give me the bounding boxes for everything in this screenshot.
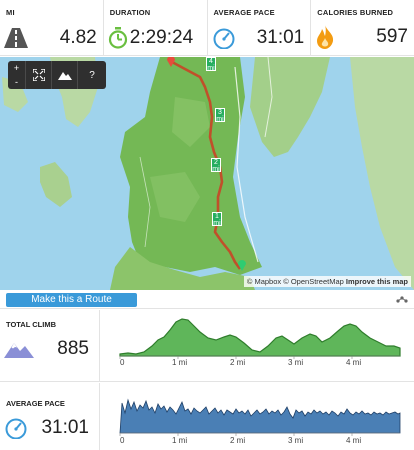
tick-label: 2 mi	[230, 358, 245, 367]
road-icon	[4, 28, 28, 48]
route-start-pin[interactable]	[166, 57, 176, 67]
pace-value: 31:01	[41, 417, 89, 438]
terrain-button[interactable]	[52, 61, 78, 89]
share-icon[interactable]	[396, 295, 408, 304]
mountain-icon	[57, 72, 72, 80]
stat-label: MI	[6, 8, 15, 17]
mile-marker-4[interactable]: 4 mi	[206, 57, 216, 72]
map-canvas[interactable]	[0, 57, 414, 290]
improve-map-link[interactable]: Improve this map	[346, 277, 408, 286]
elevation-chart[interactable]: 0 1 mi 2 mi 3 mi 4 mi	[100, 310, 414, 382]
zoom-out-button[interactable]: -	[8, 75, 25, 89]
tick-label: 4 mi	[346, 358, 361, 367]
stat-value: 31:01	[256, 27, 305, 48]
stat-value: 4.82	[59, 27, 97, 48]
route-end-pin[interactable]	[237, 258, 247, 271]
stat-duration: DURATION 2:29:24	[104, 0, 208, 55]
zoom-in-button[interactable]: +	[8, 61, 25, 75]
stat-distance: MI 4.82	[0, 0, 104, 55]
tick-label: 3 mi	[288, 436, 303, 445]
tick-label: 0	[120, 358, 125, 367]
pace-chart[interactable]: 0 1 mi 2 mi 3 mi 4 mi	[100, 383, 414, 450]
flame-icon	[315, 25, 335, 49]
route-bar: Make this a Route	[0, 291, 414, 309]
tick-label: 1 mi	[172, 358, 187, 367]
mile-marker-number: 1	[215, 213, 219, 220]
mile-marker-unit: mi	[212, 166, 220, 173]
tick-label: 4 mi	[346, 436, 361, 445]
mountain-icon	[4, 343, 34, 358]
climb-value: 885	[57, 338, 89, 359]
stopwatch-icon	[108, 27, 128, 49]
mile-marker-2[interactable]: 2 mi	[211, 158, 221, 173]
map-controls: + - ?	[8, 61, 106, 89]
stat-label: AVERAGE PACE	[213, 8, 275, 17]
map-attribution: © Mapbox © OpenStreetMap Improve this ma…	[243, 276, 411, 287]
mile-marker-3[interactable]: 3 mi	[215, 108, 225, 123]
mapbox-attribution-link[interactable]: © Mapbox	[247, 277, 281, 286]
mile-marker-number: 3	[218, 109, 222, 116]
mile-marker-unit: mi	[213, 220, 221, 227]
fullscreen-button[interactable]	[26, 61, 52, 89]
mile-marker-number: 4	[209, 58, 213, 65]
tick-label: 2 mi	[230, 436, 245, 445]
osm-attribution-link[interactable]: © OpenStreetMap	[283, 277, 344, 286]
stats-row: MI 4.82 DURATION 2:29:24 AVERAGE PACE 31…	[0, 0, 414, 56]
climb-label: TOTAL CLIMB	[6, 320, 56, 329]
mile-marker-unit: mi	[216, 116, 224, 123]
stat-label: CALORIES BURNED	[317, 8, 394, 17]
mile-marker-1[interactable]: 1 mi	[212, 212, 222, 227]
mile-marker-number: 2	[214, 159, 218, 166]
speedometer-icon	[212, 27, 236, 49]
pace-summary: AVERAGE PACE 31:01	[0, 383, 100, 450]
speedometer-icon	[5, 418, 27, 439]
stat-value: 2:29:24	[129, 27, 194, 48]
mile-marker-unit: mi	[207, 65, 215, 72]
tick-label: 0	[120, 436, 125, 445]
route-map[interactable]: 4 mi 3 mi 2 mi 1 mi + - ? © Mapbox © OpenStr…	[0, 57, 414, 290]
climb-summary: TOTAL CLIMB 885	[0, 310, 100, 381]
make-route-button[interactable]: Make this a Route	[6, 293, 137, 307]
expand-icon	[32, 69, 45, 81]
pace-label: AVERAGE PACE	[6, 399, 65, 408]
stat-label: DURATION	[109, 8, 151, 17]
pace-section: AVERAGE PACE 31:01 0 1 mi 2 mi 3 mi 4 mi	[0, 383, 414, 450]
help-button[interactable]: ?	[78, 61, 106, 89]
stat-calories: CALORIES BURNED 597	[311, 0, 414, 55]
stat-pace: AVERAGE PACE 31:01	[208, 0, 312, 55]
stat-value: 597	[376, 26, 408, 47]
climb-section: TOTAL CLIMB 885 0 1 mi 2 mi 3 mi 4 mi	[0, 310, 414, 382]
tick-label: 1 mi	[172, 436, 187, 445]
tick-label: 3 mi	[288, 358, 303, 367]
